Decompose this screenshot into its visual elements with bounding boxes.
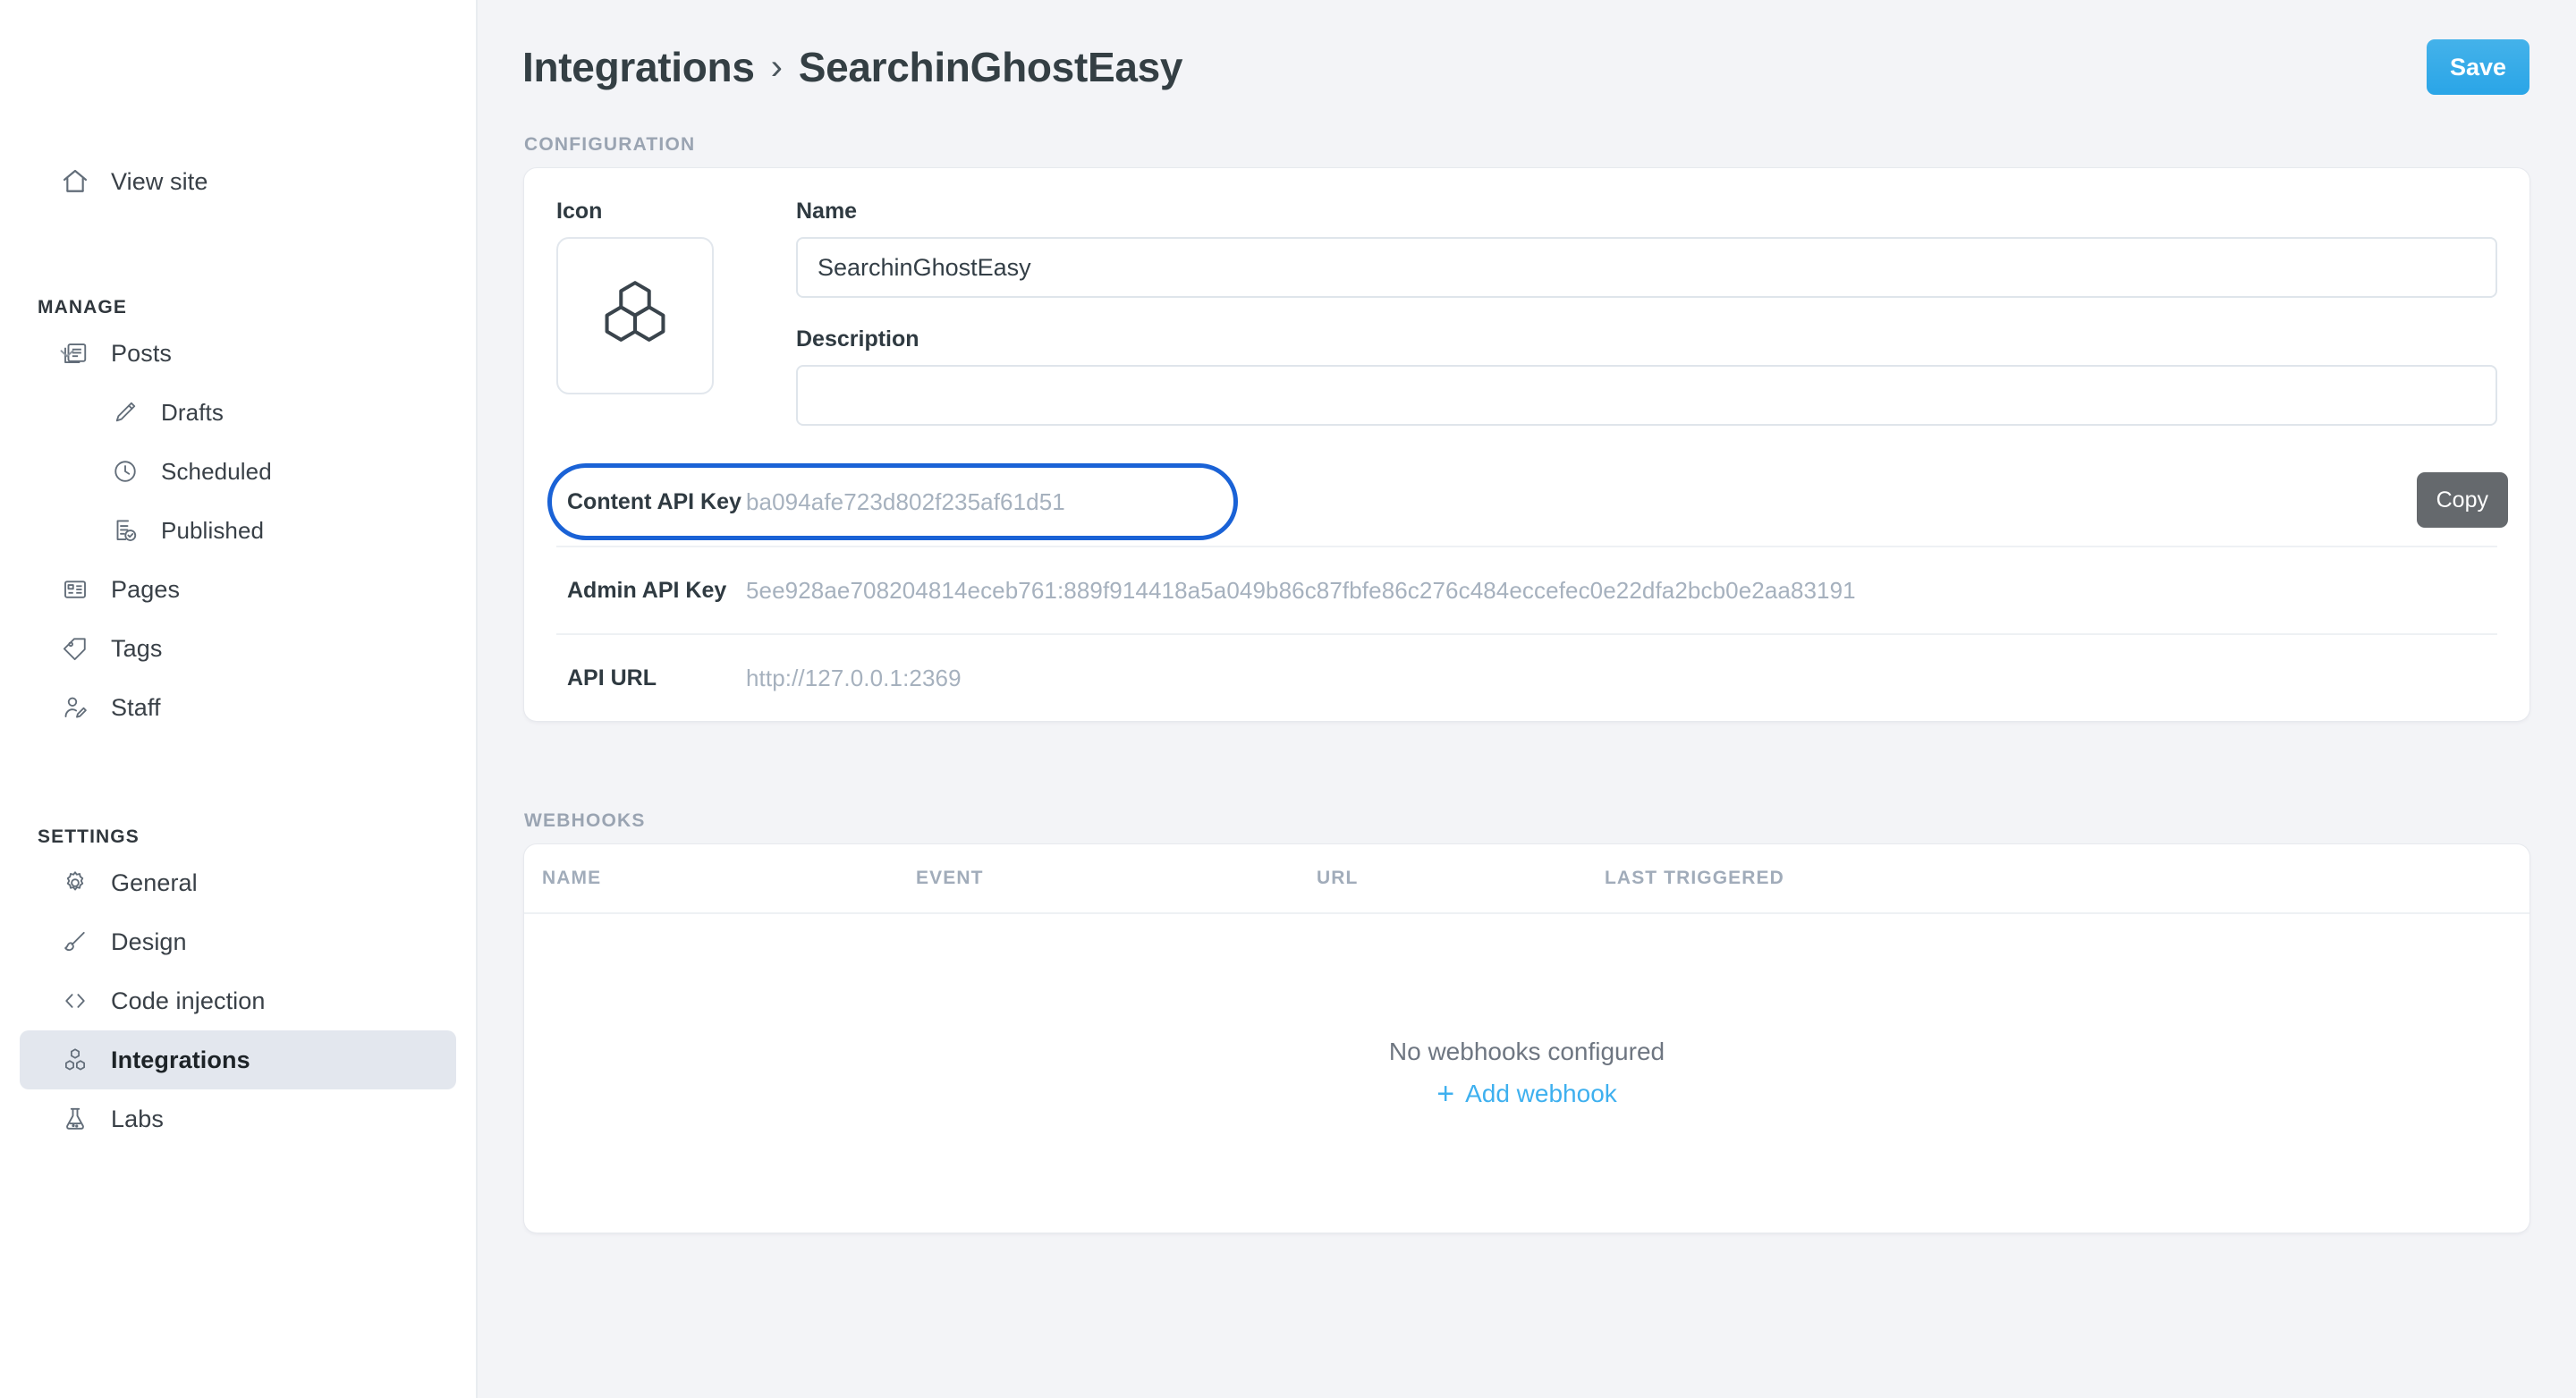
integration-icon-upload[interactable] <box>556 237 714 394</box>
breadcrumb-separator-icon: › <box>771 47 783 88</box>
api-url-value: http://127.0.0.1:2369 <box>746 665 962 692</box>
empty-state-text: No webhooks configured <box>1389 1038 1665 1066</box>
sidebar-item-label: Published <box>161 517 264 545</box>
pages-icon <box>57 572 93 607</box>
fields-column: Name SearchinGhostEasy Description <box>796 199 2497 426</box>
column-header-name: NAME <box>542 868 916 889</box>
page-header: Integrations › SearchinGhostEasy Save <box>478 0 2576 134</box>
webhooks-empty-state: No webhooks configured + Add webhook <box>524 914 2529 1233</box>
sidebar-item-labs[interactable]: Labs <box>20 1089 456 1148</box>
api-keys-list: Content API Key ba094afe723d802f235af61d… <box>556 458 2497 721</box>
breadcrumb: Integrations › SearchinGhostEasy <box>522 43 1182 91</box>
sidebar-item-label: Posts <box>111 340 172 368</box>
webhooks-card: NAME EVENT URL LAST TRIGGERED No webhook… <box>524 844 2529 1233</box>
cubes-icon <box>594 275 676 357</box>
tag-icon <box>57 631 93 666</box>
content-api-key-value: ba094afe723d802f235af61d51 <box>746 488 1065 516</box>
sidebar-item-drafts[interactable]: Drafts <box>20 383 456 442</box>
sidebar-item-staff[interactable]: Staff <box>20 678 456 737</box>
admin-api-key-label: Admin API Key <box>556 578 746 604</box>
name-label: Name <box>796 199 2497 225</box>
configuration-card: Icon Name SearchinGhostEasy <box>524 168 2529 721</box>
sidebar-item-label: Labs <box>111 1106 164 1133</box>
sidebar-item-label: Scheduled <box>161 458 272 486</box>
sidebar-item-label: View site <box>111 168 208 196</box>
breadcrumb-root[interactable]: Integrations <box>522 43 755 91</box>
sidebar: View site MANAGE Posts Drafts <box>0 0 478 1398</box>
clock-icon <box>107 453 143 489</box>
sidebar-item-label: General <box>111 869 198 897</box>
sidebar-item-general[interactable]: General <box>20 853 456 912</box>
flask-icon <box>57 1101 93 1137</box>
webhooks-section: WEBHOOKS NAME EVENT URL LAST TRIGGERED N… <box>478 810 2576 1233</box>
sidebar-item-code-injection[interactable]: Code injection <box>20 971 456 1030</box>
sidebar-item-published[interactable]: Published <box>20 501 456 560</box>
add-webhook-label: Add webhook <box>1465 1080 1617 1108</box>
description-input[interactable] <box>796 365 2497 426</box>
icon-column: Icon <box>556 199 714 426</box>
breadcrumb-current: SearchinGhostEasy <box>799 43 1183 91</box>
sidebar-item-label: Design <box>111 928 187 956</box>
staff-user-icon <box>57 690 93 725</box>
sidebar-item-posts[interactable]: Posts <box>20 324 456 383</box>
cubes-icon <box>57 1042 93 1078</box>
app-root: View site MANAGE Posts Drafts <box>0 0 2576 1398</box>
copy-button[interactable]: Copy <box>2417 472 2508 528</box>
api-url-row[interactable]: API URL http://127.0.0.1:2369 <box>556 633 2497 721</box>
sidebar-item-scheduled[interactable]: Scheduled <box>20 442 456 501</box>
api-url-label: API URL <box>556 665 746 691</box>
main-content: Integrations › SearchinGhostEasy Save CO… <box>478 0 2576 1398</box>
sidebar-item-label: Tags <box>111 635 162 663</box>
sidebar-section-manage: MANAGE <box>38 297 476 318</box>
sidebar-item-label: Code injection <box>111 987 266 1015</box>
column-header-url: URL <box>1317 868 1605 889</box>
chevron-down-icon[interactable] <box>55 342 79 365</box>
configuration-section-label: CONFIGURATION <box>524 134 2576 156</box>
sidebar-item-label: Pages <box>111 576 180 604</box>
name-input[interactable]: SearchinGhostEasy <box>796 237 2497 298</box>
content-api-key-row[interactable]: Content API Key ba094afe723d802f235af61d… <box>556 458 2497 546</box>
gear-icon <box>57 865 93 901</box>
admin-api-key-row[interactable]: Admin API Key 5ee928ae708204814eceb761:8… <box>556 546 2497 633</box>
column-header-event: EVENT <box>916 868 1317 889</box>
sidebar-item-label: Staff <box>111 694 161 722</box>
webhooks-table-header: NAME EVENT URL LAST TRIGGERED <box>524 844 2529 914</box>
code-brackets-icon <box>57 983 93 1019</box>
add-webhook-button[interactable]: + Add webhook <box>1436 1079 1617 1109</box>
sidebar-item-integrations[interactable]: Integrations <box>20 1030 456 1089</box>
sidebar-item-view-site[interactable]: View site <box>20 152 456 211</box>
paintbrush-icon <box>57 924 93 960</box>
sidebar-item-pages[interactable]: Pages <box>20 560 456 619</box>
column-header-last-triggered: LAST TRIGGERED <box>1605 868 2529 889</box>
icon-label: Icon <box>556 199 714 225</box>
pencil-icon <box>107 394 143 430</box>
published-check-icon <box>107 513 143 548</box>
home-icon <box>57 164 93 199</box>
content-api-key-label: Content API Key <box>556 489 746 515</box>
webhooks-section-label: WEBHOOKS <box>524 810 2576 832</box>
sidebar-item-label: Integrations <box>111 1046 250 1074</box>
admin-api-key-value: 5ee928ae708204814eceb761:889f914418a5a04… <box>746 577 1856 605</box>
save-button[interactable]: Save <box>2427 39 2529 95</box>
description-label: Description <box>796 326 2497 352</box>
sidebar-item-design[interactable]: Design <box>20 912 456 971</box>
sidebar-item-tags[interactable]: Tags <box>20 619 456 678</box>
plus-icon: + <box>1436 1079 1454 1109</box>
sidebar-section-settings: SETTINGS <box>38 826 476 848</box>
sidebar-item-label: Drafts <box>161 399 224 427</box>
